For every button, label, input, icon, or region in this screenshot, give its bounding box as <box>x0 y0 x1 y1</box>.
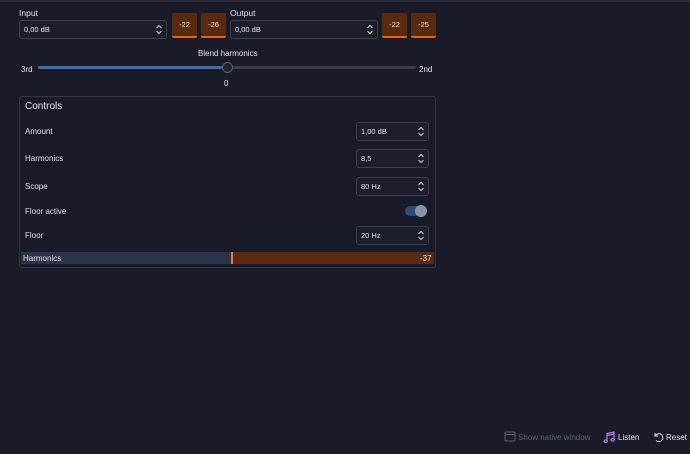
harmonics-meter-marker <box>231 252 233 264</box>
scope-label: Scope <box>25 182 48 191</box>
blend-slider-handle[interactable] <box>222 62 233 73</box>
input-gain-value: 0,00 dB <box>24 25 50 34</box>
blend-slider-fill <box>38 66 227 69</box>
reset-label: Reset <box>666 433 687 442</box>
floor-value: 20 Hz <box>361 231 381 240</box>
output-meter-right: -25 <box>411 13 436 38</box>
input-meter-left: -22 <box>172 13 197 38</box>
input-gain-spinbox[interactable]: 0,00 dB <box>19 20 167 39</box>
harmonics-spinbox[interactable]: 8,5 <box>356 149 429 168</box>
spin-arrows-icon[interactable] <box>417 125 425 138</box>
window-icon <box>504 431 516 442</box>
harmonics-meter-value: -37 <box>420 254 432 263</box>
output-label: Output <box>230 8 256 18</box>
blend-right-label: 2nd <box>419 65 433 74</box>
blend-title: Blend harmonics <box>198 49 258 58</box>
toggle-knob <box>415 205 427 217</box>
amount-spinbox[interactable]: 1,00 dB <box>356 122 429 141</box>
blend-value: 0 <box>224 79 229 88</box>
reset-button[interactable]: Reset <box>653 431 689 444</box>
spin-arrows-icon[interactable] <box>417 180 425 193</box>
output-meter-left: -22 <box>382 13 407 38</box>
scope-value: 80 Hz <box>361 182 381 191</box>
amount-label: Amount <box>25 127 53 136</box>
harmonics-meter-label: Harmonics <box>23 254 62 263</box>
listen-button[interactable]: Listen <box>603 431 645 444</box>
input-label: Input <box>19 8 38 18</box>
spin-arrows-icon[interactable] <box>417 152 425 165</box>
amount-value: 1,00 dB <box>361 127 387 136</box>
input-meter-right: -26 <box>201 13 226 38</box>
scope-spinbox[interactable]: 80 Hz <box>356 177 429 196</box>
output-gain-value: 0,00 dB <box>235 25 261 34</box>
harmonics-meter-fill <box>232 252 434 264</box>
spin-arrows-icon[interactable] <box>366 23 374 36</box>
spin-arrows-icon[interactable] <box>155 23 163 36</box>
reset-icon <box>654 433 664 443</box>
floor-active-label: Floor active <box>25 207 67 216</box>
show-native-window-button[interactable]: Show native window <box>504 431 594 444</box>
floor-spinbox[interactable]: 20 Hz <box>356 226 429 245</box>
output-gain-spinbox[interactable]: 0,00 dB <box>230 20 378 39</box>
spin-arrows-icon[interactable] <box>417 229 425 242</box>
harmonics-value: 8,5 <box>361 154 372 163</box>
blend-left-label: 3rd <box>21 65 33 74</box>
controls-title: Controls <box>25 101 63 112</box>
music-note-icon <box>603 431 615 444</box>
floor-active-toggle[interactable] <box>405 205 427 217</box>
harmonics-label: Harmonics <box>25 154 64 163</box>
listen-label: Listen <box>618 433 640 442</box>
floor-label: Floor <box>25 231 44 240</box>
show-native-window-label: Show native window <box>518 433 591 442</box>
window-top-border <box>0 0 690 2</box>
